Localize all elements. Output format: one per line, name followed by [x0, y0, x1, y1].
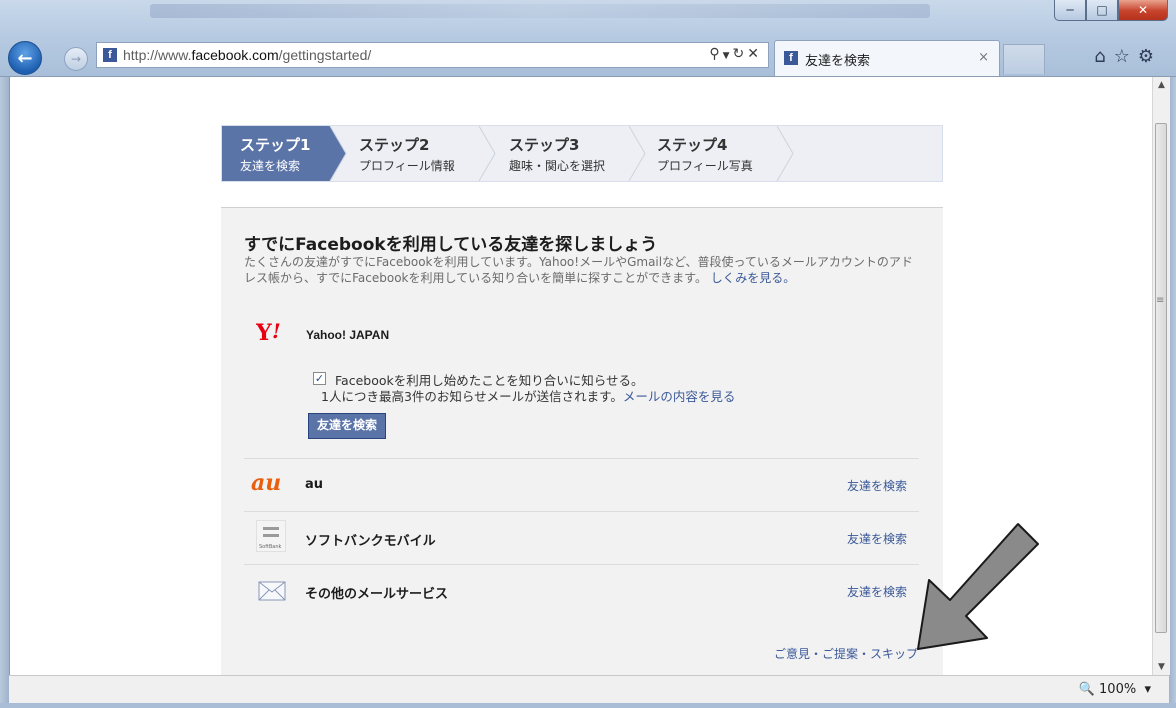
- find-friends-link[interactable]: 友達を検索: [847, 583, 907, 600]
- back-button[interactable]: ←: [8, 41, 42, 75]
- vertical-scrollbar[interactable]: ▲ ≡ ▼: [1152, 77, 1170, 675]
- note-text: 1人につき最高3件のお知らせメールが送信されます。: [321, 389, 623, 404]
- find-friends-panel: すでにFacebookを利用している友達を探しましょう たくさんの友達がすでにF…: [221, 207, 943, 676]
- au-logo: au: [251, 470, 282, 496]
- description-text: たくさんの友達がすでにFacebookを利用しています。Yahoo!メールやGm…: [244, 255, 913, 285]
- zoom-magnifier-icon: 🔍: [1078, 682, 1095, 697]
- find-friends-link[interactable]: 友達を検索: [847, 477, 907, 494]
- address-url[interactable]: http://www.facebook.com/gettingstarted/: [123, 47, 371, 63]
- zoom-control[interactable]: 🔍 100% ▾: [1079, 682, 1151, 697]
- tab-close-icon[interactable]: ×: [978, 50, 989, 65]
- window-frame-bottom: [0, 703, 1176, 708]
- address-tools: ⚲▼↻✕: [709, 46, 762, 62]
- envelope-icon: [258, 581, 286, 601]
- step-progress-bar: ステップ1 友達を検索 ステップ2 プロフィール情報 ステップ3 趣味・関心を選…: [221, 125, 943, 182]
- refresh-icon[interactable]: ↻: [733, 46, 748, 62]
- dropdown-icon[interactable]: ▼: [723, 51, 733, 61]
- zoom-level: 100%: [1099, 682, 1137, 697]
- step-title: ステップ4: [657, 136, 728, 154]
- status-bar: 🔍 100% ▾: [9, 675, 1169, 704]
- step-subtitle: プロフィール写真: [657, 159, 753, 173]
- find-friends-link[interactable]: 友達を検索: [847, 530, 907, 547]
- softbank-logo-wordmark: SoftBank: [259, 544, 282, 550]
- find-friends-button[interactable]: 友達を検索: [308, 413, 386, 439]
- feedback-skip-links[interactable]: ご意見・ご提案・スキップ: [774, 645, 918, 662]
- svg-text:Y: Y: [256, 320, 272, 344]
- home-icon[interactable]: ⌂: [1094, 46, 1113, 67]
- step-subtitle: 趣味・関心を選択: [509, 159, 606, 173]
- title-bar-background: [150, 4, 930, 18]
- back-arrow-icon: ←: [17, 47, 33, 69]
- provider-row-softbank[interactable]: SoftBank ソフトバンクモバイル 友達を検索: [244, 511, 919, 565]
- window-controls: ─ □ ✕: [1054, 0, 1168, 21]
- how-it-works-link[interactable]: しくみを見る。: [711, 271, 795, 285]
- scroll-down-icon[interactable]: ▼: [1153, 659, 1170, 675]
- settings-gear-icon[interactable]: ⚙: [1138, 46, 1162, 67]
- step-3[interactable]: ステップ3 趣味・関心を選択: [509, 126, 629, 181]
- step-subtitle: プロフィール情報: [359, 159, 455, 173]
- page-heading: すでにFacebookを利用している友達を探しましょう: [244, 235, 658, 255]
- provider-name: au: [305, 477, 324, 492]
- scroll-up-icon[interactable]: ▲: [1153, 77, 1170, 93]
- minimize-button[interactable]: ─: [1054, 0, 1086, 21]
- page-description: たくさんの友達がすでにFacebookを利用しています。Yahoo!メールやGm…: [244, 254, 924, 286]
- svg-text:!: !: [272, 320, 281, 343]
- notify-friends-checkbox[interactable]: ✓: [313, 372, 326, 385]
- forward-arrow-icon: →: [70, 52, 82, 66]
- provider-name: その他のメールサービス: [305, 587, 449, 602]
- provider-row-au[interactable]: au au 友達を検索: [244, 458, 919, 512]
- url-domain: facebook.com: [191, 47, 279, 63]
- tab-title: 友達を検索: [805, 54, 871, 69]
- softbank-logo-bar: [263, 534, 279, 537]
- annotation-arrow-icon: [917, 523, 1039, 650]
- window-frame-left: [0, 77, 9, 708]
- view-email-content-link[interactable]: メールの内容を見る: [623, 389, 736, 404]
- step-4[interactable]: ステップ4 プロフィール写真: [657, 126, 777, 181]
- notify-friends-note: 1人につき最高3件のお知らせメールが送信されます。メールの内容を見る: [321, 386, 735, 405]
- checkmark-icon: ✓: [314, 372, 325, 385]
- stop-icon[interactable]: ✕: [747, 46, 762, 62]
- softbank-logo: SoftBank: [256, 520, 286, 552]
- window-frame-right: [1169, 77, 1176, 708]
- address-bar[interactable]: f http://www.facebook.com/gettingstarted…: [96, 42, 769, 68]
- browser-tab-active[interactable]: f 友達を検索 ×: [774, 40, 1000, 76]
- browser-toolbar-icons: ⌂☆⚙: [1094, 46, 1162, 67]
- softbank-logo-bar: [263, 527, 279, 530]
- facebook-favicon-icon: f: [784, 51, 798, 65]
- step-title: ステップ3: [509, 136, 580, 154]
- forward-button[interactable]: →: [64, 47, 88, 71]
- url-path: /gettingstarted/: [278, 47, 372, 63]
- scrollbar-grip-icon: ≡: [1156, 295, 1165, 306]
- scrollbar-thumb[interactable]: [1155, 123, 1167, 633]
- search-icon[interactable]: ⚲: [709, 46, 722, 62]
- provider-row-other-mail[interactable]: その他のメールサービス 友達を検索: [244, 564, 919, 618]
- step-title: ステップ2: [359, 136, 430, 154]
- provider-name-yahoo: Yahoo! JAPAN: [306, 328, 390, 342]
- favorites-star-icon[interactable]: ☆: [1114, 46, 1138, 67]
- new-tab-button[interactable]: [1003, 44, 1045, 74]
- maximize-button[interactable]: □: [1086, 0, 1118, 21]
- provider-name: ソフトバンクモバイル: [305, 534, 436, 549]
- close-window-button[interactable]: ✕: [1118, 0, 1168, 21]
- step-2[interactable]: ステップ2 プロフィール情報: [359, 126, 479, 181]
- yahoo-japan-logo-icon: Y !: [256, 320, 281, 344]
- url-prefix: http://www.: [123, 47, 192, 63]
- facebook-favicon-icon: f: [103, 48, 117, 62]
